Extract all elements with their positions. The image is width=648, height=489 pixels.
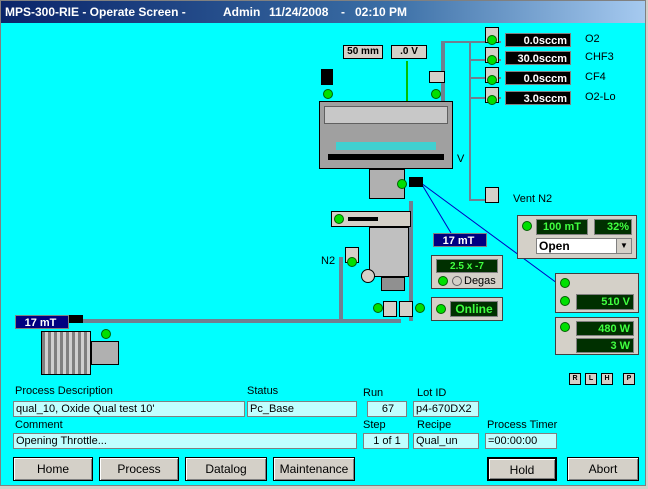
gas-led-o2lo	[487, 95, 497, 105]
degas-panel: 2.5 x -7 Degas	[431, 255, 503, 289]
throttle-mode-select[interactable]: Open ▼	[536, 238, 632, 254]
operate-window: MPS-300-RIE - Operate Screen - Admin 11/…	[0, 0, 646, 486]
status-field: Pc_Base	[247, 401, 357, 417]
degas-led	[438, 276, 448, 286]
recipe-label: Recipe	[417, 419, 452, 431]
mechanical-pump-head	[91, 341, 119, 365]
motor-status-led	[323, 89, 333, 99]
gas-led-chf3	[487, 55, 497, 65]
pump-gauge-icon	[69, 315, 83, 323]
rf-dc-bias: 510 V	[576, 294, 634, 310]
r-button[interactable]: R	[569, 373, 581, 385]
home-button[interactable]: Home	[13, 457, 93, 481]
gate-valve-blade	[348, 217, 378, 221]
online-status: Online	[450, 301, 498, 317]
throttle-led	[522, 221, 532, 231]
rf-power-panel: 480 W 3 W	[555, 317, 639, 355]
vent-n2-label: Vent N2	[513, 193, 553, 205]
rf-reflected-power: 3 W	[576, 338, 634, 353]
throttle-mode-value: Open	[539, 239, 570, 253]
throttle-panel: 100 mT 32% Open ▼	[517, 215, 637, 259]
foreline-valve-led	[373, 303, 383, 313]
gas-flow-cf4: 0.0sccm	[505, 71, 571, 85]
hold-button[interactable]: Hold	[487, 457, 557, 481]
n2-valve-led	[347, 257, 357, 267]
chevron-down-icon[interactable]: ▼	[616, 239, 631, 253]
datalog-button[interactable]: Datalog	[185, 457, 267, 481]
turbo-base	[381, 277, 405, 291]
gas-flow-o2: 0.0sccm	[505, 33, 571, 47]
gas-led-o2	[487, 35, 497, 45]
online-led	[436, 304, 446, 314]
l-button[interactable]: L	[585, 373, 597, 385]
process-timer-field: =00:00:00	[485, 433, 557, 449]
abort-button[interactable]: Abort	[567, 457, 639, 481]
n2-label: N2	[321, 255, 336, 267]
lot-id-field: p4-670DX2	[413, 401, 479, 417]
h-button[interactable]: H	[601, 373, 613, 385]
gas-flow-chf3: 30.0sccm	[505, 51, 571, 65]
gauge-line	[420, 182, 452, 234]
motor-icon	[321, 69, 333, 85]
bias-connector-icon	[409, 177, 423, 187]
gas-name-o2: O2	[585, 33, 600, 45]
comment-label: Comment	[15, 419, 63, 431]
throttle-percent: 32%	[594, 219, 632, 235]
gate-valve-led	[334, 214, 344, 224]
process-description-field: qual_10, Oxide Qual test 10'	[13, 401, 245, 417]
roughing-valve-led	[415, 303, 425, 313]
degas-pressure: 2.5 x -7	[436, 259, 498, 273]
run-field: 67	[367, 401, 407, 417]
plasma-glow	[336, 142, 436, 150]
degas-indicator	[452, 276, 462, 286]
gas-name-o2lo: O2-Lo	[585, 91, 616, 103]
lower-electrode	[328, 154, 444, 160]
process-timer-label: Process Timer	[487, 419, 558, 431]
lid-sensor-icon	[429, 71, 445, 83]
gap-readout: 50 mm	[343, 45, 383, 59]
gas-led-cf4	[487, 75, 497, 85]
status-label: Status	[247, 385, 279, 397]
rf-bias-panel: 510 V	[555, 273, 639, 313]
upper-electrode	[324, 106, 448, 124]
pump-pressure-readout: 17 mT	[15, 315, 69, 329]
bias-connector-led	[397, 179, 407, 189]
foreline-valve[interactable]	[383, 301, 397, 317]
degas-label: Degas	[464, 275, 496, 287]
comment-field: Opening Throttle...	[13, 433, 357, 449]
mechanical-pump-motor	[41, 331, 91, 375]
chamber-pressure-readout: 17 mT	[433, 233, 487, 247]
pump-status-led	[101, 329, 111, 339]
process-description-label: Process Description	[15, 385, 113, 397]
vent-n2-valve[interactable]	[485, 187, 499, 203]
rf-bias-led	[560, 296, 570, 306]
process-chamber	[319, 101, 453, 169]
gate-valve[interactable]	[331, 211, 411, 227]
recipe-field: Qual_un	[413, 433, 479, 449]
maintenance-button[interactable]: Maintenance	[273, 457, 355, 481]
throttle-pressure: 100 mT	[536, 219, 588, 235]
chamber-v-label: V	[457, 153, 465, 165]
gas-flow-o2lo: 3.0sccm	[505, 91, 571, 105]
process-button[interactable]: Process	[99, 457, 179, 481]
pump-status-panel: Online	[431, 297, 503, 321]
step-label: Step	[363, 419, 386, 431]
gas-name-cf4: CF4	[585, 71, 606, 83]
gas-name-chf3: CHF3	[585, 51, 614, 63]
p-button[interactable]: P	[623, 373, 635, 385]
rf-power-led	[560, 322, 570, 332]
rf-bias-led-top	[560, 278, 570, 288]
turbo-pump	[369, 227, 409, 277]
lot-id-label: Lot ID	[417, 387, 447, 399]
rf-forward-power: 480 W	[576, 321, 634, 336]
lid-sensor-led	[431, 89, 441, 99]
run-label: Run	[363, 387, 384, 399]
step-field: 1 of 1	[363, 433, 409, 449]
voltage-readout: .0 V	[391, 45, 427, 59]
n2-regulator-icon	[361, 269, 375, 283]
roughing-valve[interactable]	[399, 301, 413, 317]
